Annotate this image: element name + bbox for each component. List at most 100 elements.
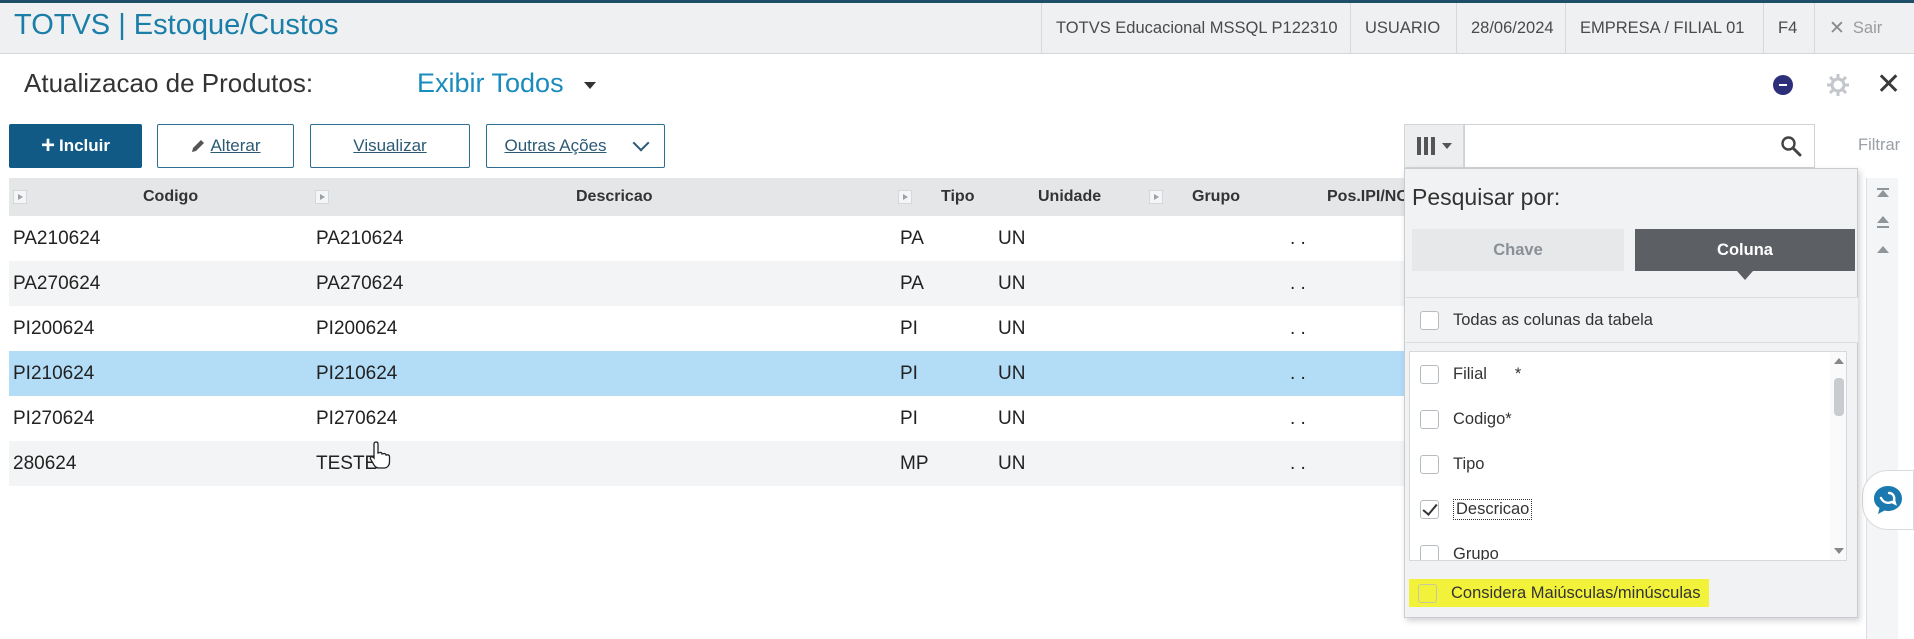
- chevron-down-icon: [583, 82, 596, 89]
- checkbox-tipo[interactable]: [1420, 455, 1439, 474]
- gear-icon[interactable]: [1826, 73, 1850, 97]
- column-handle-icon[interactable]: [1149, 190, 1163, 204]
- cell-unidade: UN: [998, 363, 1026, 384]
- search-icon[interactable]: [1780, 135, 1802, 157]
- chat-support-button[interactable]: [1862, 470, 1914, 530]
- scroll-top-icon[interactable]: [1877, 190, 1889, 197]
- cell-pos-ipi: . .: [1290, 228, 1306, 249]
- cell-pos-ipi: . .: [1290, 318, 1306, 339]
- cell-descricao: PI210624: [316, 363, 398, 384]
- table-row[interactable]: 280624 TESTE MP UN . .: [9, 441, 1414, 486]
- checkbox-codigo[interactable]: [1420, 410, 1439, 429]
- checkbox-all-columns[interactable]: [1420, 310, 1439, 330]
- include-button[interactable]: + Incluir: [9, 124, 142, 168]
- table-row[interactable]: PA210624 PA210624 PA UN . .: [9, 216, 1414, 261]
- exit-button[interactable]: ✕ Sair: [1814, 3, 1914, 54]
- cell-unidade: UN: [998, 318, 1026, 339]
- top-bar: TOTVS | Estoque/Custos TOTVS Educacional…: [0, 0, 1914, 54]
- cell-pos-ipi: . .: [1290, 408, 1306, 429]
- cell-unidade: UN: [998, 453, 1026, 474]
- company-label[interactable]: EMPRESA / FILIAL 01: [1565, 3, 1758, 54]
- column-header-unidade[interactable]: Unidade: [1038, 178, 1101, 216]
- column-handle-icon[interactable]: [898, 190, 912, 204]
- panel-title: Pesquisar por:: [1412, 184, 1561, 210]
- column-list-scrollbar[interactable]: [1830, 352, 1846, 560]
- column-option-label: Descricao: [1453, 499, 1533, 520]
- cell-pos-ipi: . .: [1290, 453, 1306, 474]
- column-option-codigo[interactable]: Codigo*: [1420, 397, 1512, 442]
- cell-codigo: PI270624: [13, 408, 95, 429]
- column-header-pos-ipi[interactable]: Pos.IPI/NC: [1327, 178, 1414, 216]
- column-handle-icon[interactable]: [315, 190, 329, 204]
- tab-pointer-icon: [1737, 271, 1753, 280]
- cell-pos-ipi: . .: [1290, 363, 1306, 384]
- scroll-thumb[interactable]: [1834, 378, 1844, 416]
- cell-codigo: PA270624: [13, 273, 101, 294]
- cell-codigo: PI200624: [13, 318, 95, 339]
- environment-label: TOTVS Educacional MSSQL P122310: [1041, 3, 1352, 54]
- checkbox-filial[interactable]: [1420, 365, 1439, 384]
- app-title: TOTVS | Estoque/Custos: [14, 9, 339, 41]
- scroll-page-bar: [1877, 226, 1889, 228]
- tab-coluna[interactable]: Coluna: [1635, 229, 1855, 271]
- close-icon[interactable]: ✕: [1876, 70, 1901, 100]
- column-option-label: Codigo*: [1453, 410, 1512, 428]
- cell-descricao: PI270624: [316, 408, 398, 429]
- cell-tipo: PA: [900, 228, 924, 249]
- scroll-up-icon[interactable]: [1877, 246, 1889, 253]
- columns-icon: [1416, 137, 1435, 155]
- case-sensitive-label: Considera Maiúsculas/minúsculas: [1451, 583, 1701, 602]
- column-list: Filial * Codigo* Tipo Descricao Grupo: [1409, 351, 1847, 561]
- table-row[interactable]: PI200624 PI200624 PI UN . .: [9, 306, 1414, 351]
- column-option-grupo[interactable]: Grupo: [1420, 532, 1499, 560]
- checkbox-case-sensitive[interactable]: [1418, 583, 1437, 603]
- scroll-down-icon[interactable]: [1834, 548, 1844, 554]
- all-columns-option[interactable]: Todas as colunas da tabela: [1406, 297, 1858, 343]
- cell-unidade: UN: [998, 408, 1026, 429]
- cell-descricao: PA270624: [316, 273, 404, 294]
- alter-button[interactable]: Alterar: [157, 124, 294, 168]
- app-window: TOTVS | Estoque/Custos TOTVS Educacional…: [0, 0, 1914, 639]
- plus-icon: +: [40, 132, 55, 159]
- column-option-filial[interactable]: Filial *: [1420, 352, 1521, 397]
- search-input[interactable]: [1464, 124, 1815, 168]
- view-label: Visualizar: [353, 136, 427, 155]
- cell-codigo: PA210624: [13, 228, 101, 249]
- table-row[interactable]: PA270624 PA270624 PA UN . .: [9, 261, 1414, 306]
- case-sensitive-option[interactable]: Considera Maiúsculas/minúsculas: [1406, 569, 1858, 617]
- cell-tipo: PI: [900, 363, 918, 384]
- table-row-selected[interactable]: PI210624 PI210624 PI UN . .: [9, 351, 1414, 396]
- column-option-tipo[interactable]: Tipo: [1420, 442, 1485, 487]
- scroll-page-up-icon[interactable]: [1877, 216, 1889, 223]
- table-scrollbar[interactable]: [1866, 178, 1898, 639]
- hand-cursor-icon: [369, 441, 391, 469]
- checkbox-grupo[interactable]: [1420, 545, 1439, 560]
- user-label[interactable]: USUARIO: [1350, 3, 1454, 54]
- table-header: Codigo Descricao Tipo Unidade Grupo Pos.…: [9, 178, 1414, 216]
- scroll-up-icon[interactable]: [1834, 358, 1844, 364]
- filter-link[interactable]: Filtrar: [1858, 136, 1900, 155]
- view-filter-select[interactable]: Exibir Todos: [417, 68, 596, 99]
- cell-descricao: PI200624: [316, 318, 398, 339]
- more-actions-label: Outras Ações: [504, 136, 607, 155]
- column-option-label: Tipo: [1453, 455, 1485, 473]
- close-icon: ✕: [1829, 18, 1845, 39]
- column-header-tipo[interactable]: Tipo: [941, 178, 974, 216]
- tab-chave[interactable]: Chave: [1412, 229, 1624, 271]
- column-handle-icon[interactable]: [13, 190, 27, 204]
- table-row[interactable]: PI270624 PI270624 PI UN . .: [9, 396, 1414, 441]
- page-title: Atualizacao de Produtos:: [24, 68, 314, 98]
- cell-descricao: PA210624: [316, 228, 404, 249]
- assistant-icon[interactable]: [1773, 75, 1793, 95]
- search-mode-toggle[interactable]: [1404, 124, 1464, 168]
- column-option-descricao[interactable]: Descricao: [1420, 487, 1533, 532]
- include-label: Incluir: [59, 136, 111, 155]
- column-header-descricao[interactable]: Descricao: [576, 178, 653, 216]
- column-header-grupo[interactable]: Grupo: [1192, 178, 1240, 216]
- column-header-codigo[interactable]: Codigo: [143, 178, 198, 216]
- f4-shortcut[interactable]: F4: [1763, 3, 1811, 54]
- chat-icon: [1874, 486, 1902, 514]
- more-actions-button[interactable]: Outras Ações: [486, 124, 665, 168]
- checkbox-descricao-checked[interactable]: [1420, 500, 1439, 519]
- view-button[interactable]: Visualizar: [310, 124, 470, 168]
